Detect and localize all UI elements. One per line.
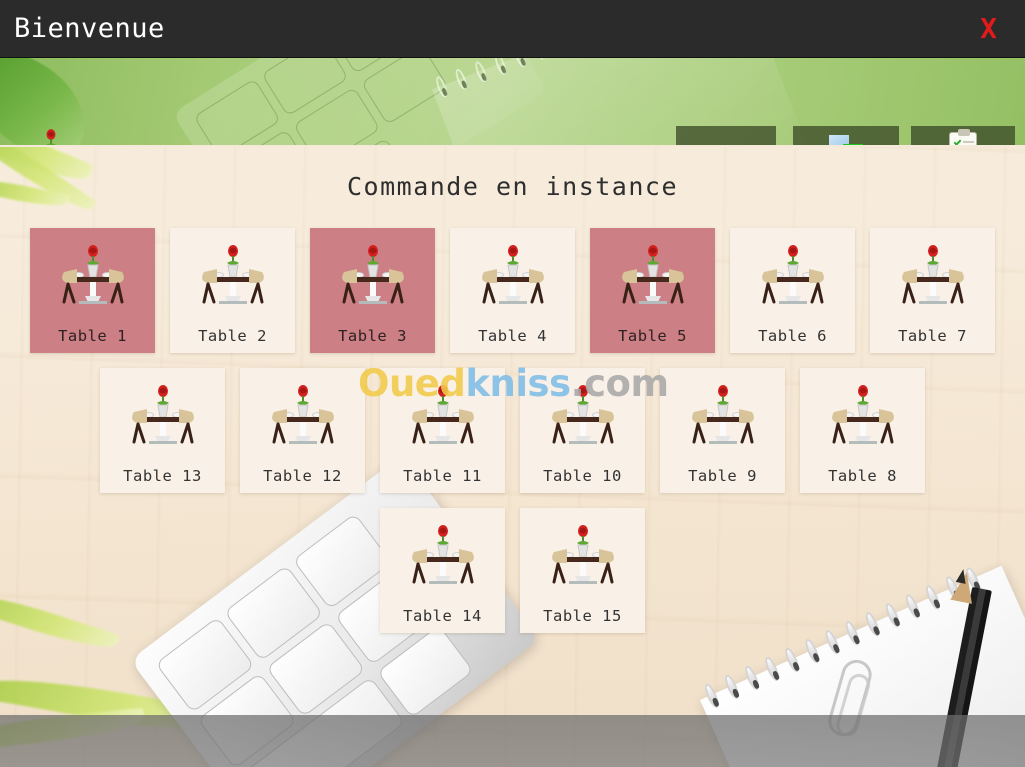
notepad-spiral-decoration bbox=[531, 58, 548, 61]
table-grid-row: Table 13 Table 12 Table 11 Table 10 Tabl… bbox=[0, 368, 1025, 493]
table-tile-label: Table 12 bbox=[263, 467, 342, 485]
dining-table-icon bbox=[756, 242, 830, 308]
dining-table-icon bbox=[196, 242, 270, 308]
dining-table-icon bbox=[546, 382, 620, 448]
table-tile[interactable]: Table 14 bbox=[380, 508, 505, 633]
table-grid-row: Table 14 Table 15 bbox=[0, 508, 1025, 633]
dining-table-icon bbox=[56, 242, 130, 308]
dining-table-icon bbox=[826, 382, 900, 448]
table-tile[interactable]: Table 10 bbox=[520, 368, 645, 493]
window-title: Bienvenue bbox=[14, 13, 165, 44]
table-tile-label: Table 7 bbox=[898, 327, 967, 345]
table-tile-label: Table 2 bbox=[198, 327, 267, 345]
table-tile-label: Table 14 bbox=[403, 607, 482, 625]
app-window: Bienvenue X Commande en instance Table 1… bbox=[0, 0, 1025, 767]
notepad-spiral-decoration bbox=[492, 58, 509, 76]
dining-table-icon bbox=[336, 242, 410, 308]
close-icon[interactable]: X bbox=[980, 14, 997, 43]
table-tile-label: Table 8 bbox=[828, 467, 897, 485]
table-tile[interactable]: Table 5 bbox=[590, 228, 715, 353]
table-tile-label: Table 15 bbox=[543, 607, 622, 625]
table-tile[interactable]: Table 7 bbox=[870, 228, 995, 353]
table-grid: Table 1 Table 2 Table 3 Table 4 Table 5 … bbox=[0, 228, 1025, 648]
window-titlebar: Bienvenue X bbox=[0, 0, 1025, 58]
table-tile[interactable]: Table 1 bbox=[30, 228, 155, 353]
table-tile[interactable]: Table 3 bbox=[310, 228, 435, 353]
table-tile-label: Table 4 bbox=[478, 327, 547, 345]
table-tile[interactable]: Table 15 bbox=[520, 508, 645, 633]
table-tile-label: Table 10 bbox=[543, 467, 622, 485]
dining-table-icon bbox=[686, 382, 760, 448]
facture-button[interactable]: Facture bbox=[676, 126, 776, 145]
changer-button[interactable]: Changer bbox=[793, 126, 899, 145]
notepad-spiral-decoration bbox=[512, 58, 528, 69]
table-tile-label: Table 5 bbox=[618, 327, 687, 345]
clipboard-checklist-icon bbox=[949, 126, 977, 145]
page-title: Table : 3 bbox=[100, 142, 304, 145]
table-tile-label: Table 11 bbox=[403, 467, 482, 485]
table-tile[interactable]: Table 11 bbox=[380, 368, 505, 493]
table-tile-label: Table 13 bbox=[123, 467, 202, 485]
desk-shadow-band bbox=[0, 715, 1025, 767]
table-tile[interactable]: Table 9 bbox=[660, 368, 785, 493]
swap-squares-icon bbox=[829, 126, 863, 145]
dining-table-icon bbox=[126, 382, 200, 448]
table-tile[interactable]: Table 12 bbox=[240, 368, 365, 493]
dining-table-icon bbox=[406, 522, 480, 588]
table-header-bar: Table : 3 Facture Changer bbox=[0, 58, 1025, 147]
table-tile[interactable]: Table 8 bbox=[800, 368, 925, 493]
table-grid-row: Table 1 Table 2 Table 3 Table 4 Table 5 … bbox=[0, 228, 1025, 353]
table-tile-label: Table 9 bbox=[688, 467, 757, 485]
dining-table-icon bbox=[616, 242, 690, 308]
table-tile-label: Table 3 bbox=[338, 327, 407, 345]
table-tile[interactable]: Table 2 bbox=[170, 228, 295, 353]
table-tile[interactable]: Table 4 bbox=[450, 228, 575, 353]
table-tile-label: Table 6 bbox=[758, 327, 827, 345]
table-tile-label: Table 1 bbox=[58, 327, 127, 345]
dining-table-icon bbox=[406, 382, 480, 448]
table-tile[interactable]: Table 13 bbox=[100, 368, 225, 493]
section-title: Commande en instance bbox=[346, 172, 679, 201]
dining-table-icon bbox=[896, 242, 970, 308]
afficher-button[interactable]: Afficher bbox=[911, 126, 1015, 145]
table-tile[interactable]: Table 6 bbox=[730, 228, 855, 353]
dining-table-icon bbox=[266, 382, 340, 448]
dining-table-icon bbox=[476, 242, 550, 308]
dining-table-icon bbox=[18, 122, 84, 145]
dining-table-icon bbox=[546, 522, 620, 588]
